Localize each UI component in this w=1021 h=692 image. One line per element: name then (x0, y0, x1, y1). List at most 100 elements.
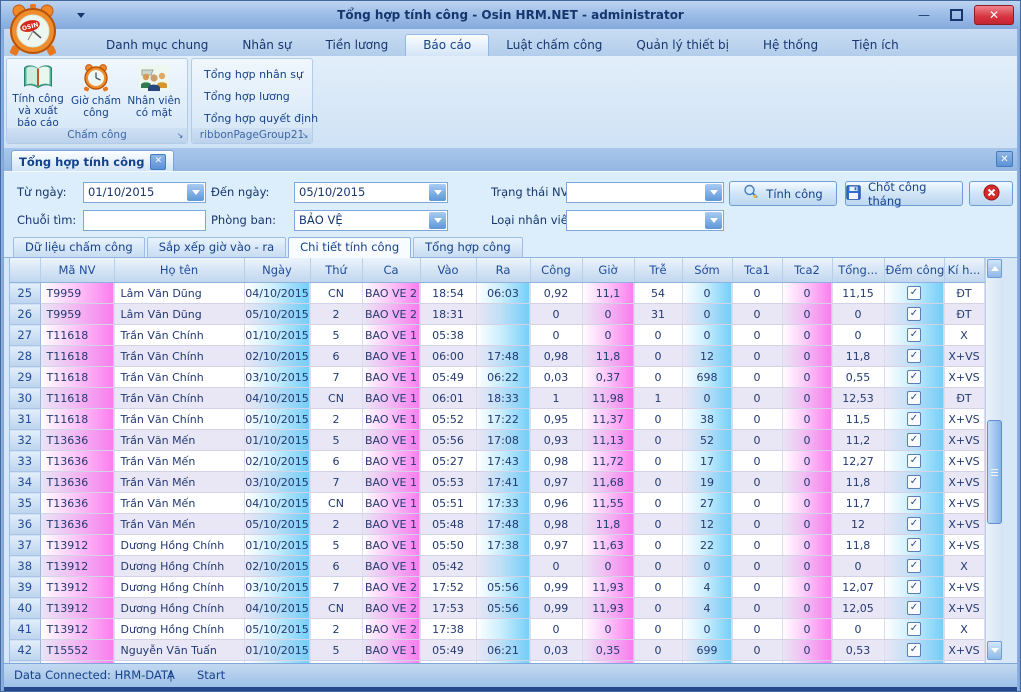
table-row[interactable]: 31T11618Trần Văn Chính05/10/20152BAO VE … (10, 409, 984, 430)
row-number[interactable]: 37 (10, 535, 40, 556)
dem-cong-checkbox[interactable]: ✓ (907, 307, 921, 321)
dem-cong-checkbox[interactable]: ✓ (907, 391, 921, 405)
panel-close-icon[interactable]: ✕ (996, 151, 1013, 167)
dem-cong-checkbox[interactable]: ✓ (907, 538, 921, 552)
dem-cong-checkbox[interactable]: ✓ (907, 622, 921, 636)
chevron-down-icon[interactable] (429, 184, 446, 201)
ribbon-tab[interactable]: Tiền lương (309, 35, 406, 56)
scroll-up-icon[interactable] (987, 259, 1002, 278)
column-header[interactable]: Kí h... (944, 258, 984, 283)
dem-cong-checkbox[interactable]: ✓ (907, 454, 921, 468)
table-row[interactable]: 34T13636Trần Văn Mến03/10/20157BAO VE 10… (10, 472, 984, 493)
row-number[interactable]: 26 (10, 304, 40, 325)
ribbon-tab[interactable]: Luật chấm công (489, 35, 619, 56)
chuoi-tim-input[interactable] (83, 210, 206, 231)
ribbon-tab[interactable]: Hệ thống (746, 35, 835, 56)
table-row[interactable]: 30T11618Trần Văn Chính04/10/2015CNBAO VE… (10, 388, 984, 409)
tab-close-icon[interactable]: ✕ (150, 154, 166, 170)
dem-cong-checkbox[interactable]: ✓ (907, 286, 921, 300)
nhan-vien-co-mat-button[interactable]: Nhân viên có mặt (125, 61, 183, 129)
close-button[interactable]: ✕ (974, 5, 1014, 25)
den-ngay-combo[interactable]: 05/10/2015 (294, 182, 448, 203)
table-row[interactable]: 36T13636Trần Văn Mến05/10/20152BAO VE 10… (10, 514, 984, 535)
dem-cong-checkbox[interactable]: ✓ (907, 433, 921, 447)
table-row[interactable]: 32T13636Trần Văn Mến01/10/20155BAO VE 10… (10, 430, 984, 451)
document-tab-tong-hop-tinh-cong[interactable]: Tổng hợp tính công ✕ (11, 150, 174, 172)
vertical-scrollbar[interactable] (985, 258, 1003, 663)
column-header[interactable]: Thứ (310, 258, 362, 283)
table-row[interactable]: 41T13912Dương Hồng Chính05/10/20152BAO V… (10, 619, 984, 640)
minimize-button[interactable]: — (910, 6, 938, 24)
sub-tab[interactable]: Chi tiết tính công (288, 237, 411, 258)
row-number[interactable]: 41 (10, 619, 40, 640)
row-number[interactable]: 28 (10, 346, 40, 367)
ribbon-tab[interactable]: Tiện ích (835, 35, 916, 56)
tinh-cong-button[interactable]: Tính công (729, 181, 837, 206)
dialog-launcher-icon[interactable]: ↘ (175, 131, 185, 141)
table-row[interactable]: 39T13912Dương Hồng Chính03/10/20157BAO V… (10, 577, 984, 598)
dem-cong-checkbox[interactable]: ✓ (907, 643, 921, 657)
table-row[interactable]: 26T9959Lâm Văn Dũng05/10/20152BAO VE 218… (10, 304, 984, 325)
tu-ngay-combo[interactable]: 01/10/2015 (83, 182, 206, 203)
maximize-button[interactable] (942, 6, 970, 24)
column-header[interactable] (10, 258, 40, 283)
close-filter-button[interactable] (969, 181, 1013, 206)
menu-item-tong-hop-nhan-su[interactable]: Tổng hợp nhân sự (192, 64, 312, 86)
status-start[interactable]: Start (197, 664, 225, 687)
ribbon-tab[interactable]: Báo cáo (405, 34, 489, 56)
tinh-cong-xuat-bao-cao-button[interactable]: Tính công và xuất báo cáo (9, 61, 67, 129)
dem-cong-checkbox[interactable]: ✓ (907, 559, 921, 573)
dem-cong-checkbox[interactable]: ✓ (907, 475, 921, 489)
dem-cong-checkbox[interactable]: ✓ (907, 496, 921, 510)
chevron-down-icon[interactable] (187, 184, 204, 201)
row-number[interactable]: 38 (10, 556, 40, 577)
table-row[interactable]: 37T13912Dương Hồng Chính01/10/20155BAO V… (10, 535, 984, 556)
loai-nv-combo[interactable] (566, 210, 724, 231)
row-number[interactable]: 40 (10, 598, 40, 619)
dialog-launcher-icon[interactable]: ↘ (300, 131, 310, 141)
phong-ban-combo[interactable]: BẢO VỆ (294, 210, 448, 231)
quick-access-chevron-icon[interactable] (73, 8, 89, 22)
column-header[interactable]: Ca (362, 258, 420, 283)
scrollbar-thumb[interactable] (987, 420, 1002, 524)
chevron-down-icon[interactable] (705, 184, 722, 201)
row-number[interactable]: 34 (10, 472, 40, 493)
column-header[interactable]: Sớm (682, 258, 732, 283)
row-number[interactable]: 39 (10, 577, 40, 598)
column-header[interactable]: Công (530, 258, 582, 283)
table-row[interactable]: 38T13912Dương Hồng Chính02/10/20156BAO V… (10, 556, 984, 577)
dem-cong-checkbox[interactable]: ✓ (907, 349, 921, 363)
chevron-down-icon[interactable] (429, 212, 446, 229)
trang-thai-combo[interactable] (566, 182, 724, 203)
dem-cong-checkbox[interactable]: ✓ (907, 412, 921, 426)
table-row[interactable]: 35T13636Trần Văn Mến04/10/2015CNBAO VE 1… (10, 493, 984, 514)
ribbon-tab[interactable]: Nhân sự (225, 35, 308, 56)
row-number[interactable]: 31 (10, 409, 40, 430)
dem-cong-checkbox[interactable]: ✓ (907, 517, 921, 531)
dem-cong-checkbox[interactable]: ✓ (907, 580, 921, 594)
ribbon-tab[interactable]: Quản lý thiết bị (619, 35, 746, 56)
table-row[interactable]: 40T13912Dương Hồng Chính04/10/2015CNBAO … (10, 598, 984, 619)
menu-item-tong-hop-quyet-dinh[interactable]: Tổng hợp quyết định (192, 108, 312, 130)
table-row[interactable]: 25T9959Lâm Văn Dũng04/10/2015CNBAO VE 21… (10, 283, 984, 304)
sub-tab[interactable]: Dữ liệu chấm công (13, 237, 145, 257)
row-number[interactable]: 35 (10, 493, 40, 514)
column-header[interactable]: Họ tên (114, 258, 244, 283)
column-header[interactable]: Giờ (582, 258, 634, 283)
table-row[interactable]: 27T11618Trần Văn Chính01/10/20155BAO VE … (10, 325, 984, 346)
menu-item-tong-hop-luong[interactable]: Tổng hợp lương (192, 86, 312, 108)
column-header[interactable]: Mã NV (40, 258, 114, 283)
table-row[interactable]: 33T13636Trần Văn Mến02/10/20156BAO VE 10… (10, 451, 984, 472)
ribbon-tab[interactable]: Danh mục chung (89, 35, 225, 56)
row-number[interactable]: 25 (10, 283, 40, 304)
column-header[interactable]: Ra (476, 258, 530, 283)
dem-cong-checkbox[interactable]: ✓ (907, 328, 921, 342)
row-number[interactable]: 33 (10, 451, 40, 472)
scroll-down-icon[interactable] (987, 641, 1002, 660)
chevron-down-icon[interactable] (705, 212, 722, 229)
sub-tab[interactable]: Sắp xếp giờ vào - ra (147, 237, 286, 257)
column-header[interactable]: Vào (420, 258, 476, 283)
column-header[interactable]: Tổng... (832, 258, 884, 283)
row-number[interactable]: 32 (10, 430, 40, 451)
column-header[interactable]: Ngày (244, 258, 310, 283)
